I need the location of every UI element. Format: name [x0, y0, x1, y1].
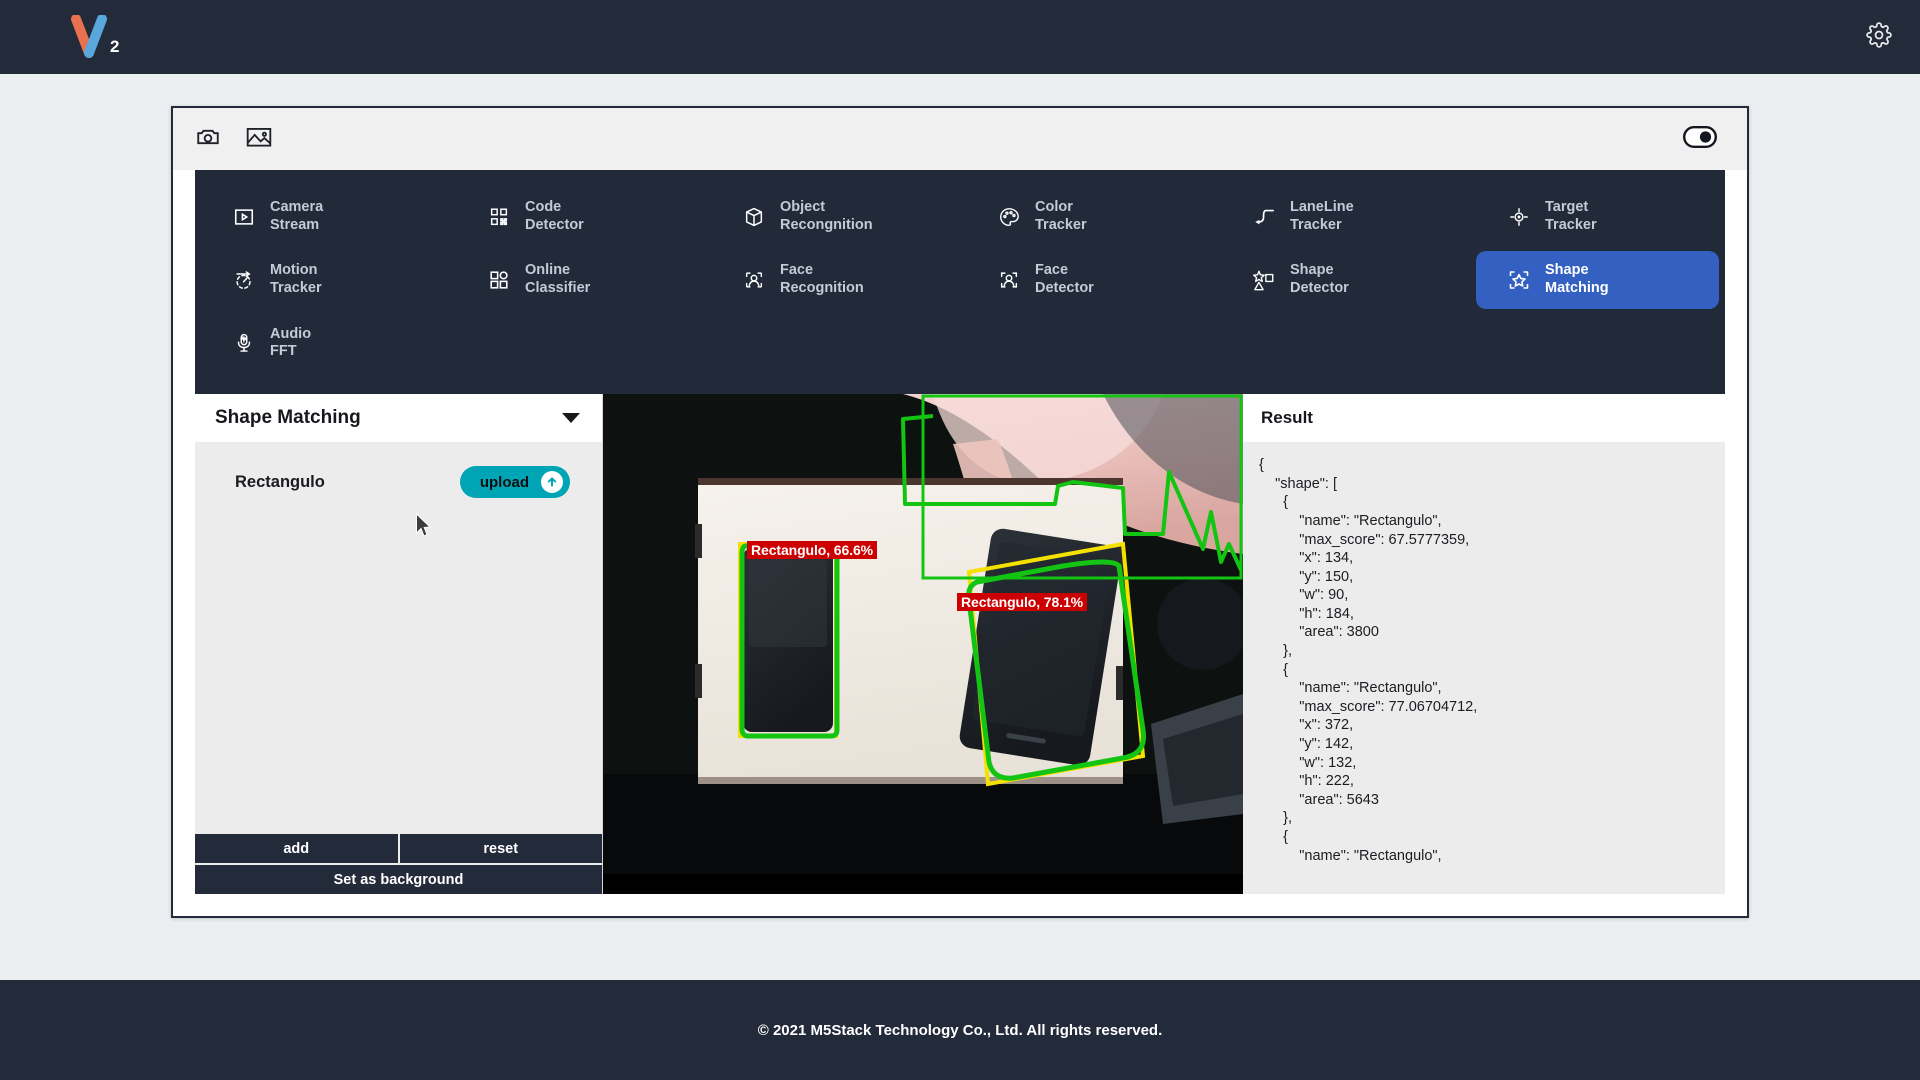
- function-label: Shape Matching: [1545, 262, 1609, 297]
- function-online-classifier[interactable]: Online Classifier: [456, 251, 699, 308]
- function-label: Shape Detector: [1290, 262, 1349, 297]
- shape-list-item: Rectangulo upload: [195, 464, 602, 500]
- v2-logo-icon: [71, 15, 107, 58]
- function-label: Motion Tracker: [270, 262, 322, 297]
- face-detector-icon: [996, 267, 1022, 293]
- laneline-icon: [1251, 204, 1277, 230]
- main-card: Camera Stream Code Detector Object Recon…: [171, 106, 1749, 918]
- function-label: Target Tracker: [1545, 199, 1597, 233]
- result-json: { "shape": [ { "name": "Rectangulo", "ma…: [1259, 457, 1478, 864]
- face-recognition-icon: [741, 267, 767, 293]
- chevron-down-icon[interactable]: [562, 413, 580, 424]
- result-panel-body[interactable]: { "shape": [ { "name": "Rectangulo", "ma…: [1243, 442, 1725, 894]
- camera-preview[interactable]: Rectangulo, 66.6% Rectangulo, 78.1%: [603, 394, 1243, 894]
- preview-toggle[interactable]: [1683, 125, 1718, 153]
- result-title: Result: [1261, 408, 1313, 428]
- app-logo[interactable]: 2: [70, 15, 119, 59]
- toggle-switch-icon: [1683, 125, 1718, 148]
- detection-label: Rectangulo, 66.6%: [747, 541, 878, 560]
- microphone-icon: [231, 330, 257, 356]
- motion-icon: [231, 267, 257, 293]
- function-shape-detector[interactable]: Shape Detector: [1221, 251, 1464, 308]
- function-color-tracker[interactable]: Color Tracker: [966, 188, 1209, 245]
- camera-stream-icon: [231, 204, 257, 230]
- function-label: Camera Stream: [270, 199, 324, 233]
- function-label: Audio FFT: [270, 325, 312, 360]
- upload-arrow-icon: [541, 471, 563, 494]
- app-footer: © 2021 M5Stack Technology Co., Ltd. All …: [0, 980, 1920, 1080]
- function-grid: Camera Stream Code Detector Object Recon…: [195, 188, 1725, 372]
- function-audio-fft[interactable]: Audio FFT: [201, 315, 444, 372]
- palette-icon: [996, 204, 1022, 230]
- camera-frame: [603, 394, 1243, 875]
- function-label: LaneLine Tracker: [1290, 199, 1354, 233]
- config-panel: Shape Matching Rectangulo upload add res…: [195, 394, 603, 894]
- config-panel-footer: add reset Set as background: [195, 834, 602, 894]
- copyright-text: © 2021 M5Stack Technology Co., Ltd. All …: [757, 1021, 1163, 1039]
- detection-label: Rectangulo, 78.1%: [957, 593, 1088, 612]
- reset-button[interactable]: reset: [399, 834, 602, 863]
- qr-code-icon: [486, 204, 512, 230]
- function-camera-stream[interactable]: Camera Stream: [201, 188, 444, 245]
- grid-squares-icon: [486, 267, 512, 293]
- image-icon[interactable]: [245, 124, 273, 155]
- config-panel-header[interactable]: Shape Matching: [195, 394, 602, 443]
- camera-icon[interactable]: [195, 124, 221, 155]
- function-motion-tracker[interactable]: Motion Tracker: [201, 251, 444, 308]
- function-label: Object Recongnition: [780, 199, 873, 233]
- function-object-recognition[interactable]: Object Recongnition: [711, 188, 954, 245]
- page-body: Camera Stream Code Detector Object Recon…: [0, 74, 1920, 980]
- set-as-background-button[interactable]: Set as background: [195, 865, 602, 894]
- logo-subscript: 2: [110, 37, 120, 56]
- function-code-detector[interactable]: Code Detector: [456, 188, 699, 245]
- function-label: Online Classifier: [525, 262, 591, 297]
- gear-icon[interactable]: [1866, 21, 1892, 53]
- crosshair-icon: [1506, 204, 1532, 230]
- function-target-tracker[interactable]: Target Tracker: [1476, 188, 1719, 245]
- upload-button-label: upload: [479, 473, 529, 491]
- result-panel: Result { "shape": [ { "name": "Rectangul…: [1243, 394, 1725, 894]
- function-shape-matching[interactable]: Shape Matching: [1476, 251, 1719, 309]
- page-title: Shape Matching: [215, 407, 361, 429]
- function-panel: Camera Stream Code Detector Object Recon…: [195, 170, 1725, 395]
- shape-name-label: Rectangulo: [235, 472, 325, 491]
- function-label: Code Detector: [525, 199, 584, 233]
- result-panel-header: Result: [1243, 394, 1725, 443]
- shape-matching-icon: [1506, 267, 1532, 293]
- function-face-detector[interactable]: Face Detector: [966, 251, 1209, 308]
- upload-button[interactable]: upload: [459, 466, 570, 499]
- function-label: Face Detector: [1035, 262, 1094, 297]
- content-row: Shape Matching Rectangulo upload add res…: [195, 394, 1725, 894]
- card-toolbar: [173, 108, 1747, 170]
- add-button[interactable]: add: [195, 834, 398, 863]
- config-panel-body: Rectangulo upload: [195, 442, 602, 834]
- app-header: 2: [0, 0, 1920, 74]
- function-laneline-tracker[interactable]: LaneLine Tracker: [1221, 188, 1464, 245]
- function-label: Color Tracker: [1035, 199, 1087, 233]
- cube-icon: [741, 204, 767, 230]
- shapes-icon: [1251, 267, 1277, 293]
- function-label: Face Recognition: [780, 262, 864, 297]
- function-face-recognition[interactable]: Face Recognition: [711, 251, 954, 308]
